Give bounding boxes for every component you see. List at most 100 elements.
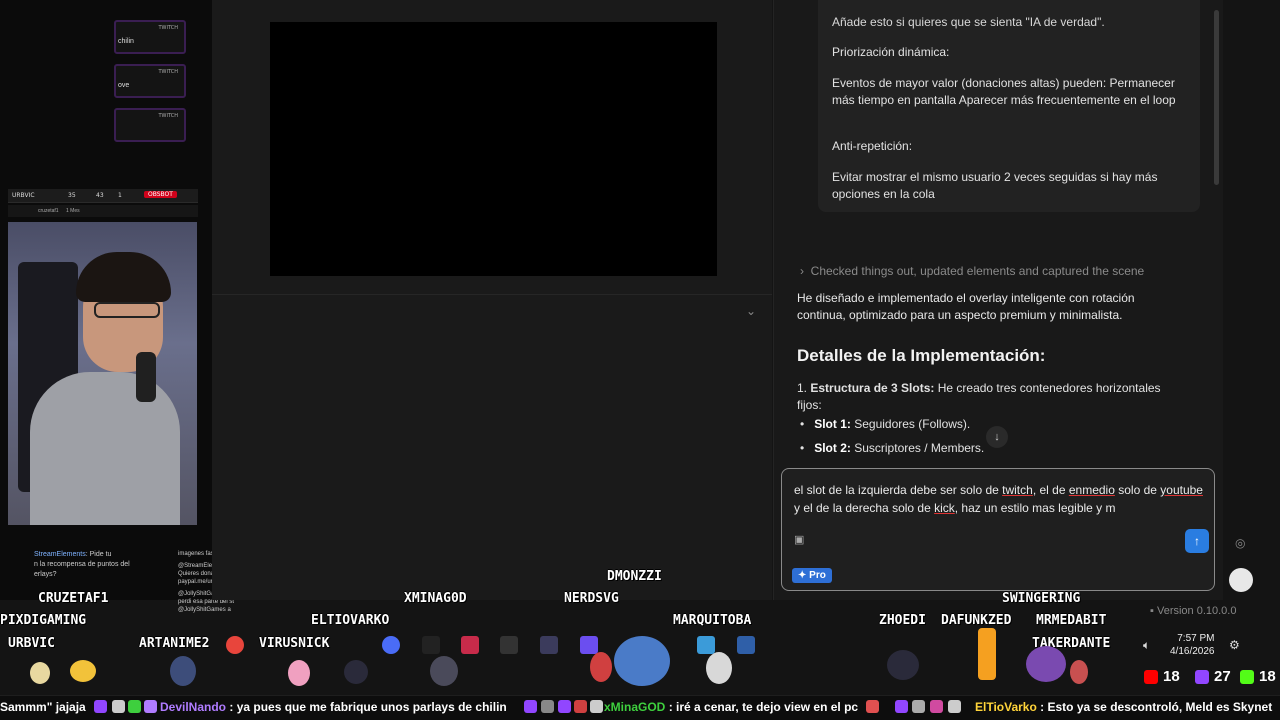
assistant-text: Evitar mostrar el mismo usuario 2 veces … <box>832 170 1158 201</box>
send-button[interactable]: ↑ <box>1185 529 1209 553</box>
details-heading: Detalles de la Implementación: <box>797 346 1046 365</box>
assistant-subheading: Priorización dinámica: <box>832 45 950 59</box>
bullet-item: • Slot 2: Suscriptores / Members. <box>800 441 985 455</box>
overlay-username: DAFUNKZED <box>941 613 1012 628</box>
sub-meta: 1 Mes <box>66 208 80 214</box>
numbered-item: 1. Estructura de 3 Slots: He creado tres… <box>797 380 1177 414</box>
settings-icon[interactable]: ◎ <box>1235 536 1245 550</box>
streamer-hair <box>76 252 171 302</box>
tool-steps-toggle[interactable]: › Checked things out, updated elements a… <box>800 264 1144 278</box>
clock-date: 4/16/2026 <box>1170 646 1215 657</box>
streamer-glasses <box>94 302 160 318</box>
alert-card: TWITCH chilin <box>114 20 186 54</box>
scrollbar[interactable] <box>1214 10 1219 185</box>
sprite-icon <box>430 656 458 686</box>
ticker-user: xMinaGOD <box>604 700 666 714</box>
sprite-icon <box>170 656 196 686</box>
overlay-username: CRUZETAF1 <box>38 591 109 606</box>
sprite-icon <box>70 660 96 682</box>
platform-label: TWITCH <box>158 113 179 119</box>
bullet-title: Slot 1: <box>814 417 851 431</box>
copilot-icon[interactable] <box>580 636 598 654</box>
webcam-feed <box>8 222 197 525</box>
system-clock[interactable]: 7:57 PM 4/16/2026 <box>1170 632 1215 658</box>
youtube-icon <box>1144 670 1158 684</box>
alert-card: TWITCH ove <box>114 64 186 98</box>
app-icon[interactable] <box>737 636 755 654</box>
badge-icon <box>930 700 943 713</box>
alert-name: chilin <box>118 38 134 45</box>
overlay-username: MRMEDABIT <box>1036 613 1107 628</box>
bullet-item: • Slot 1: Seguidores (Follows). <box>800 417 971 431</box>
overlay-username: XMINAG0D <box>404 591 467 606</box>
app-icon[interactable] <box>697 636 715 654</box>
app-icon[interactable] <box>382 636 400 654</box>
prompt-text[interactable]: el slot de la izquierda debe ser solo de… <box>794 481 1204 517</box>
ticker-user: DevilNando <box>160 700 227 714</box>
twitch-icon <box>524 700 537 713</box>
valorant-icon[interactable] <box>461 636 479 654</box>
scene-preview[interactable] <box>270 22 717 276</box>
badge-icon <box>541 700 554 713</box>
platform-label: TWITCH <box>158 25 179 31</box>
app-icon[interactable] <box>500 636 518 654</box>
badge-icon <box>558 700 571 713</box>
badge-icon <box>590 700 603 713</box>
sub-user: cruzetaf1 <box>38 208 59 214</box>
chat-line: @JollyShitGames a <box>178 607 231 613</box>
overlay-username: ARTANIME2 <box>139 636 210 651</box>
viewer-count: 35 <box>68 192 76 199</box>
viewer-count: 43 <box>96 192 104 199</box>
prompt-input[interactable]: el slot de la izquierda debe ser solo de… <box>781 468 1215 591</box>
volume-icon[interactable]: 🔈︎ <box>1143 638 1150 653</box>
chevron-right-icon: › <box>800 264 804 278</box>
ticker-message: Sammm" jajaja <box>0 700 86 714</box>
chevron-down-icon[interactable]: ⌄ <box>746 304 756 318</box>
overlay-username: PIXDIGAMING <box>0 613 87 628</box>
ticker-entry: xMinaGOD : iré a cenar, te dejo view en … <box>604 700 858 714</box>
scroll-to-bottom-icon[interactable]: ↓ <box>986 426 1008 448</box>
app-logo-icon: ▪ <box>1150 605 1154 617</box>
item-number: 1. <box>797 381 808 395</box>
alert-card: TWITCH <box>114 108 186 142</box>
sprite-icon <box>614 636 670 686</box>
twitch-icon <box>895 700 908 713</box>
overlay-username: URBVIC <box>8 636 55 651</box>
sprite-icon <box>288 660 310 686</box>
badge-icon <box>866 700 879 713</box>
app-icon[interactable] <box>540 636 558 654</box>
pro-badge[interactable]: ✦ Pro <box>792 568 832 583</box>
overlay-username: ZHOEDI <box>879 613 926 628</box>
overlay-username: MARQUITOBA <box>673 613 752 628</box>
avatar[interactable] <box>1229 568 1253 592</box>
alert-name: ove <box>118 82 130 89</box>
epic-games-icon[interactable] <box>422 636 440 654</box>
chrome-icon[interactable] <box>226 636 244 654</box>
ticker-message: : ya pues que me fabrique unos parlays d… <box>229 700 507 714</box>
bullet-title: Slot 2: <box>814 441 851 455</box>
badge-icon <box>574 700 587 713</box>
ticker-entry: DevilNando : ya pues que me fabrique uno… <box>160 700 507 714</box>
version-label: ▪ Version 0.10.0.0 <box>1150 605 1236 617</box>
camera-badge: OBSBOT <box>144 191 177 198</box>
image-attach-icon[interactable]: ▣ <box>794 533 804 546</box>
viewer-count: 1 <box>118 192 122 199</box>
sprite-icon <box>1070 660 1088 684</box>
bullet-text: Suscriptores / Members. <box>854 441 985 455</box>
badge-icon <box>144 700 157 713</box>
sprite-icon <box>706 652 732 684</box>
sprite-icon <box>978 628 996 680</box>
ticker-message: : iré a cenar, te dejo view en el pc <box>668 700 859 714</box>
version-text: Version 0.10.0.0 <box>1156 605 1237 617</box>
assistant-subheading: Anti-repetición: <box>832 139 913 153</box>
assistant-summary: He diseñado e implementado el overlay in… <box>797 291 1135 322</box>
webcam-subbar: cruzetaf1 1 Mes <box>8 205 198 217</box>
overlay-username: DMONZZI <box>607 569 662 584</box>
ticker-entry: ElTioVarko : Esto ya se descontroló, Mel… <box>975 700 1272 714</box>
notification-icon[interactable]: ⚙ <box>1229 638 1240 652</box>
stream-scene: TWITCH chilin TWITCH ove TWITCH URBVIC 3… <box>0 0 1280 720</box>
assistant-text: Añade esto si quieres que se sienta "IA … <box>832 15 1105 29</box>
youtube-viewers: 18 <box>1163 668 1180 685</box>
kick-icon <box>1240 670 1254 684</box>
kick-viewers: 18 <box>1259 668 1276 685</box>
